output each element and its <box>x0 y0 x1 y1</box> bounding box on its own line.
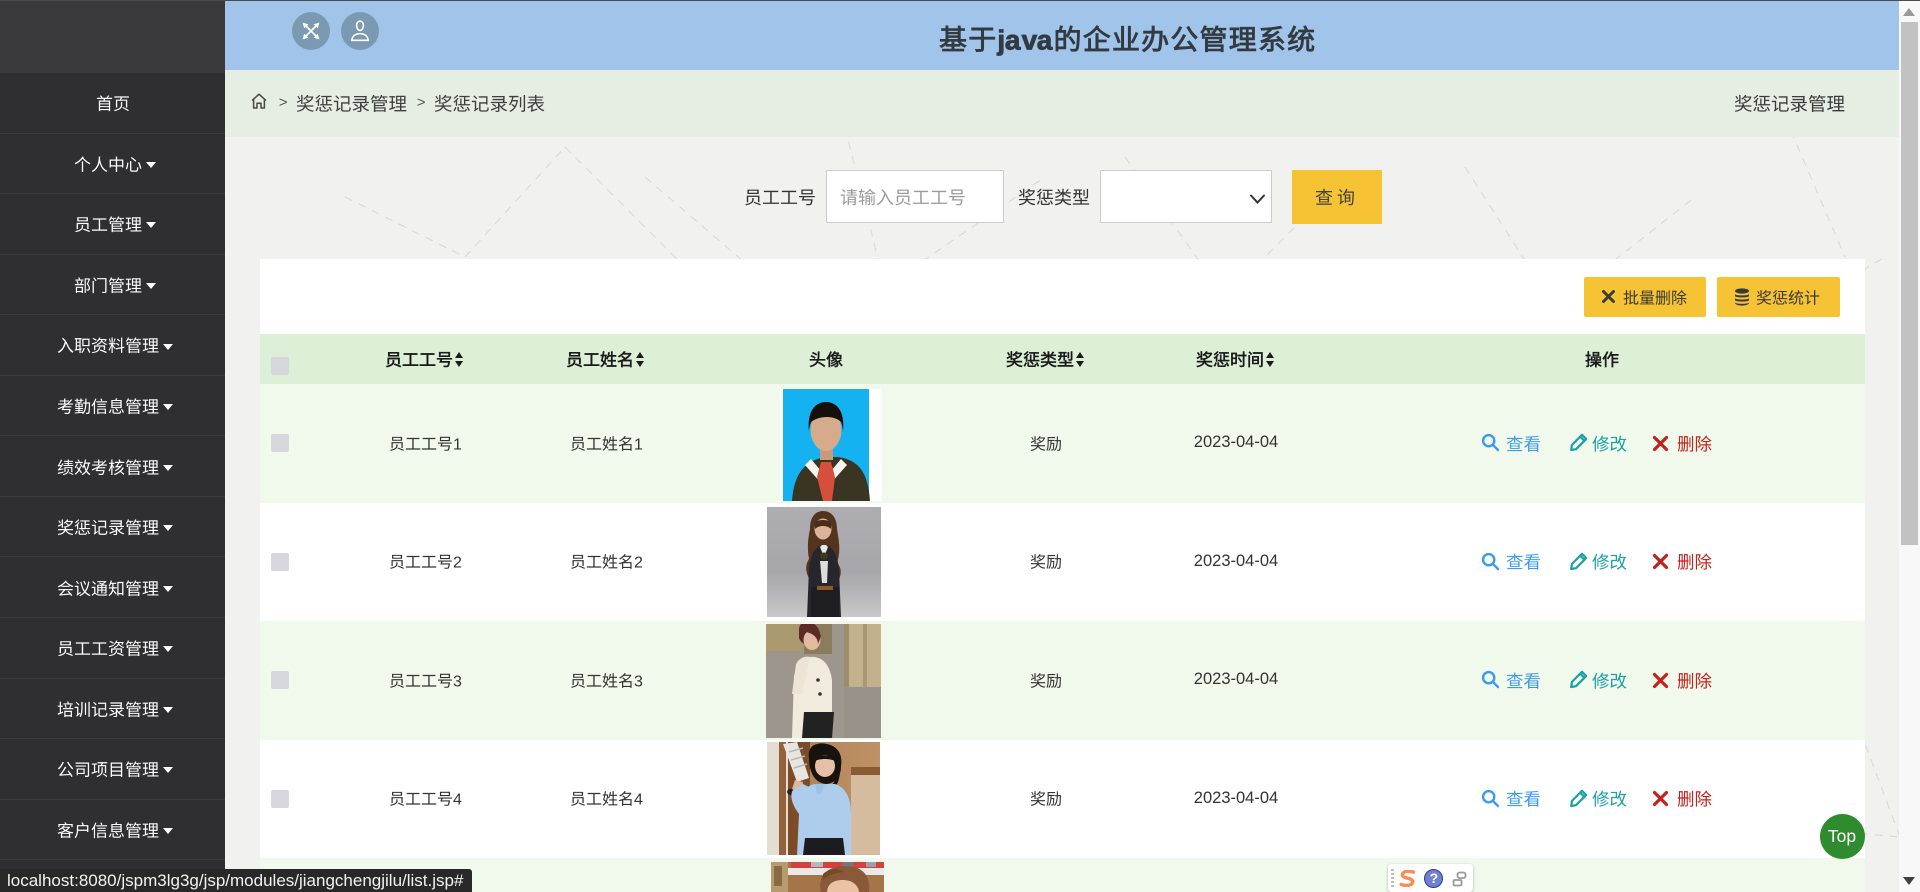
svg-text:a: a <box>1037 25 1053 56</box>
svg-text:a: a <box>1005 25 1021 56</box>
svg-text:v: v <box>1022 25 1038 56</box>
svg-text:1: 1 <box>453 436 462 453</box>
svg-text:3: 3 <box>634 673 643 690</box>
svg-text:2: 2 <box>634 555 643 572</box>
svg-text:1: 1 <box>634 436 643 453</box>
svg-text:4: 4 <box>453 792 462 809</box>
svg-text:3: 3 <box>453 673 462 690</box>
svg-text:2: 2 <box>453 555 462 572</box>
svg-text:4: 4 <box>634 792 643 809</box>
